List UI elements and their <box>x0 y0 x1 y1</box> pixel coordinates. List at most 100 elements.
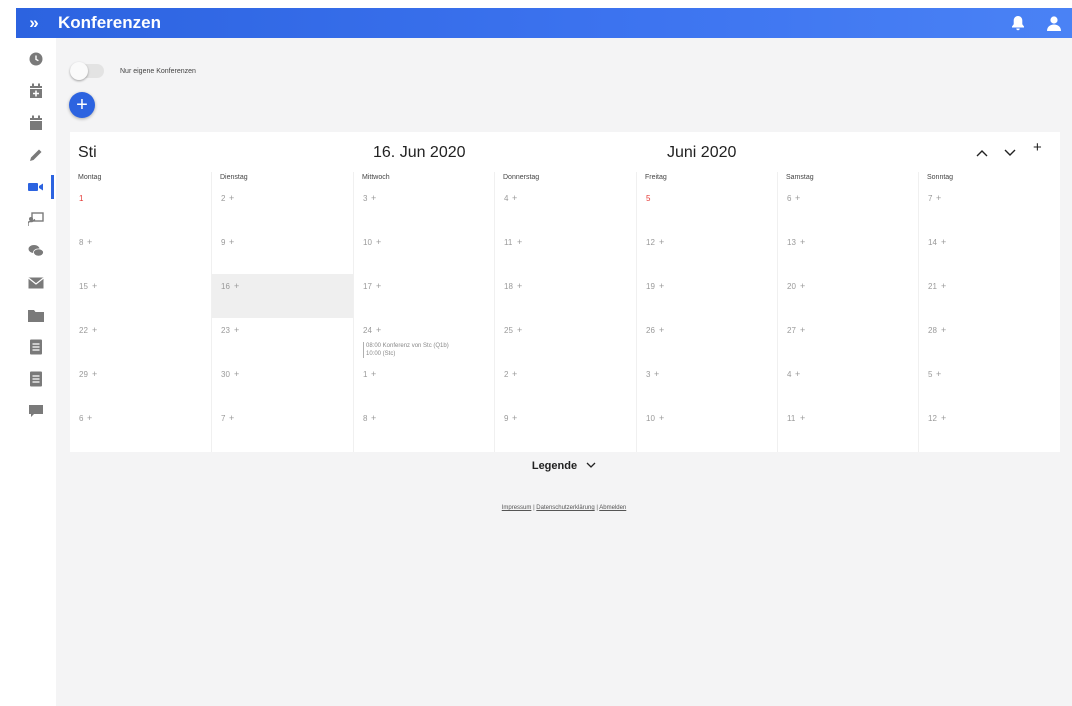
sidebar-item-messages[interactable] <box>16 396 56 426</box>
add-conference-day-button[interactable]: + <box>512 193 517 203</box>
logout-link[interactable]: Abmelden <box>599 505 626 511</box>
add-conference-button[interactable]: + <box>69 92 95 118</box>
calendar-day[interactable]: 26 + <box>637 318 778 362</box>
calendar-day[interactable]: 3 + <box>354 186 495 230</box>
calendar-day[interactable]: 12 + <box>919 406 1060 450</box>
add-conference-day-button[interactable]: + <box>659 413 664 423</box>
add-conference-day-button[interactable]: + <box>92 369 97 379</box>
calendar-day[interactable]: 21 + <box>919 274 1060 318</box>
add-conference-day-button[interactable]: + <box>659 281 664 291</box>
add-conference-day-button[interactable]: + <box>941 281 946 291</box>
calendar-day[interactable]: 7 + <box>919 186 1060 230</box>
calendar-day[interactable]: 30 + <box>212 362 353 406</box>
add-conference-day-button[interactable]: + <box>800 281 805 291</box>
calendar-day[interactable]: 12 + <box>637 230 778 274</box>
notifications-button[interactable] <box>1000 15 1036 31</box>
calendar-day[interactable]: 9 + <box>212 230 353 274</box>
sidebar-item-chat[interactable] <box>16 236 56 266</box>
calendar-day[interactable]: 22 + <box>70 318 211 362</box>
calendar-day[interactable]: 9 + <box>495 406 636 450</box>
calendar-day[interactable]: 4 + <box>495 186 636 230</box>
view-label[interactable]: Sti <box>78 144 97 162</box>
calendar-day[interactable]: 27 + <box>778 318 919 362</box>
sidebar-item-new-appointment[interactable] <box>16 76 56 106</box>
calendar-day[interactable]: 10 + <box>354 230 495 274</box>
add-conference-day-button[interactable]: + <box>87 237 92 247</box>
calendar-day[interactable]: 1 <box>70 186 211 230</box>
calendar-day[interactable]: 8 + <box>354 406 495 450</box>
privacy-link[interactable]: Datenschutzerklärung <box>536 505 594 511</box>
add-conference-day-button[interactable]: + <box>229 193 234 203</box>
calendar-day[interactable]: 5 + <box>919 362 1060 406</box>
add-conference-day-button[interactable]: + <box>795 193 800 203</box>
calendar-day[interactable]: 18 + <box>495 274 636 318</box>
calendar-day-today[interactable]: 16 + <box>212 274 353 318</box>
calendar-day[interactable]: 2 + <box>495 362 636 406</box>
add-conference-day-button[interactable]: + <box>936 193 941 203</box>
calendar-day[interactable]: 28 + <box>919 318 1060 362</box>
add-conference-day-button[interactable]: + <box>229 413 234 423</box>
calendar-day[interactable]: 11 + <box>495 230 636 274</box>
add-conference-day-button[interactable]: + <box>92 281 97 291</box>
sidebar-item-conferences[interactable] <box>16 172 56 202</box>
legend-toggle[interactable]: Legende <box>56 460 1072 472</box>
add-conference-day-button[interactable]: + <box>234 281 239 291</box>
calendar-day[interactable]: 3 + <box>637 362 778 406</box>
add-conference-day-button[interactable]: + <box>87 413 92 423</box>
sidebar-item-recent[interactable] <box>16 44 56 74</box>
calendar-day[interactable]: 5 <box>637 186 778 230</box>
sidebar-item-book-1[interactable] <box>16 332 56 362</box>
add-conference-day-button[interactable]: + <box>800 237 805 247</box>
calendar-day[interactable]: 17 + <box>354 274 495 318</box>
add-conference-day-button[interactable]: + <box>234 325 239 335</box>
impressum-link[interactable]: Impressum <box>502 505 532 511</box>
add-conference-day-button[interactable]: + <box>92 325 97 335</box>
add-conference-day-button[interactable]: + <box>659 237 664 247</box>
calendar-day[interactable]: 25 + <box>495 318 636 362</box>
expand-sidebar-button[interactable]: » <box>16 13 50 33</box>
calendar-day[interactable]: 14 + <box>919 230 1060 274</box>
add-conference-day-button[interactable]: + <box>371 369 376 379</box>
calendar-day[interactable]: 20 + <box>778 274 919 318</box>
add-conference-day-button[interactable]: + <box>371 193 376 203</box>
add-conference-day-button[interactable]: + <box>800 413 805 423</box>
calendar-day[interactable]: 24 +08:00 Konferenz von Stc (Q1b) 10:00 (S… <box>354 318 495 362</box>
calendar-day[interactable]: 19 + <box>637 274 778 318</box>
add-conference-day-button[interactable]: + <box>517 281 522 291</box>
sidebar-item-files[interactable] <box>16 300 56 330</box>
add-conference-day-button[interactable]: + <box>941 325 946 335</box>
add-conference-day-button[interactable]: + <box>371 413 376 423</box>
sidebar-item-presentation[interactable] <box>16 204 56 234</box>
sidebar-item-edit[interactable] <box>16 140 56 170</box>
add-conference-day-button[interactable]: + <box>936 369 941 379</box>
calendar-event[interactable]: 08:00 Konferenz von Stc (Q1b) 10:00 (Stc) <box>363 342 449 358</box>
calendar-day[interactable]: 15 + <box>70 274 211 318</box>
prev-month-button[interactable] <box>976 144 988 161</box>
calendar-day[interactable]: 1 + <box>354 362 495 406</box>
add-conference-day-button[interactable]: + <box>234 369 239 379</box>
add-conference-day-button[interactable]: + <box>229 237 234 247</box>
calendar-day[interactable]: 23 + <box>212 318 353 362</box>
calendar-day[interactable]: 4 + <box>778 362 919 406</box>
add-event-button[interactable]: + <box>1033 139 1042 156</box>
own-conferences-toggle[interactable] <box>70 62 104 80</box>
user-menu-button[interactable] <box>1036 15 1072 31</box>
calendar-day[interactable]: 13 + <box>778 230 919 274</box>
add-conference-day-button[interactable]: + <box>376 325 381 335</box>
sidebar-item-mail[interactable] <box>16 268 56 298</box>
calendar-day[interactable]: 10 + <box>637 406 778 450</box>
add-conference-day-button[interactable]: + <box>517 237 522 247</box>
add-conference-day-button[interactable]: + <box>654 369 659 379</box>
sidebar-item-book-2[interactable] <box>16 364 56 394</box>
sidebar-item-calendar[interactable] <box>16 108 56 138</box>
calendar-day[interactable]: 29 + <box>70 362 211 406</box>
add-conference-day-button[interactable]: + <box>795 369 800 379</box>
next-month-button[interactable] <box>1004 144 1016 161</box>
calendar-day[interactable]: 8 + <box>70 230 211 274</box>
calendar-day[interactable]: 2 + <box>212 186 353 230</box>
calendar-day[interactable]: 7 + <box>212 406 353 450</box>
add-conference-day-button[interactable]: + <box>512 369 517 379</box>
add-conference-day-button[interactable]: + <box>941 413 946 423</box>
add-conference-day-button[interactable]: + <box>376 281 381 291</box>
calendar-day[interactable]: 6 + <box>778 186 919 230</box>
